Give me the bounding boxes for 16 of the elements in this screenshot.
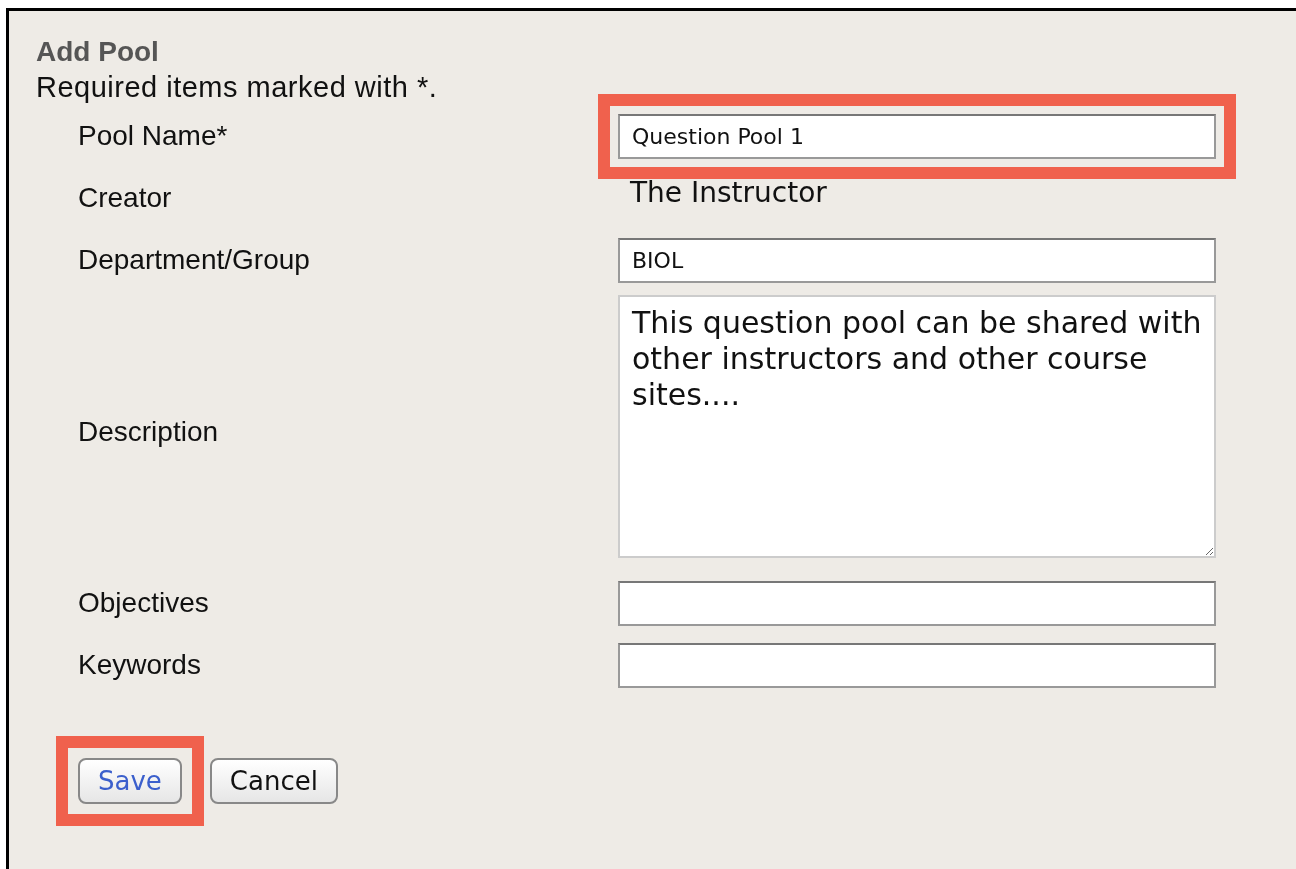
input-field[interactable]	[618, 642, 1216, 688]
form-title: Add Pool	[36, 35, 160, 69]
save-button[interactable]: Save	[78, 758, 182, 804]
text-area[interactable]: This question pool can be shared with other instructors and other course sites....	[618, 295, 1216, 558]
cancel-button[interactable]: Cancel	[209, 758, 338, 804]
field-label: Keywords	[78, 648, 202, 682]
input-field[interactable]: BIOL	[618, 237, 1216, 283]
field-value: The Instructor	[629, 175, 827, 209]
field-label: Pool Name*	[78, 119, 229, 153]
required-note: Required items marked with *.	[36, 70, 439, 105]
input-field[interactable]: Question Pool 1	[618, 113, 1216, 159]
field-label: Creator	[78, 181, 173, 215]
field-label: Objectives	[78, 586, 210, 620]
field-label: Description	[78, 414, 220, 449]
input-field[interactable]	[618, 580, 1216, 626]
field-label: Department/Group	[78, 243, 311, 277]
